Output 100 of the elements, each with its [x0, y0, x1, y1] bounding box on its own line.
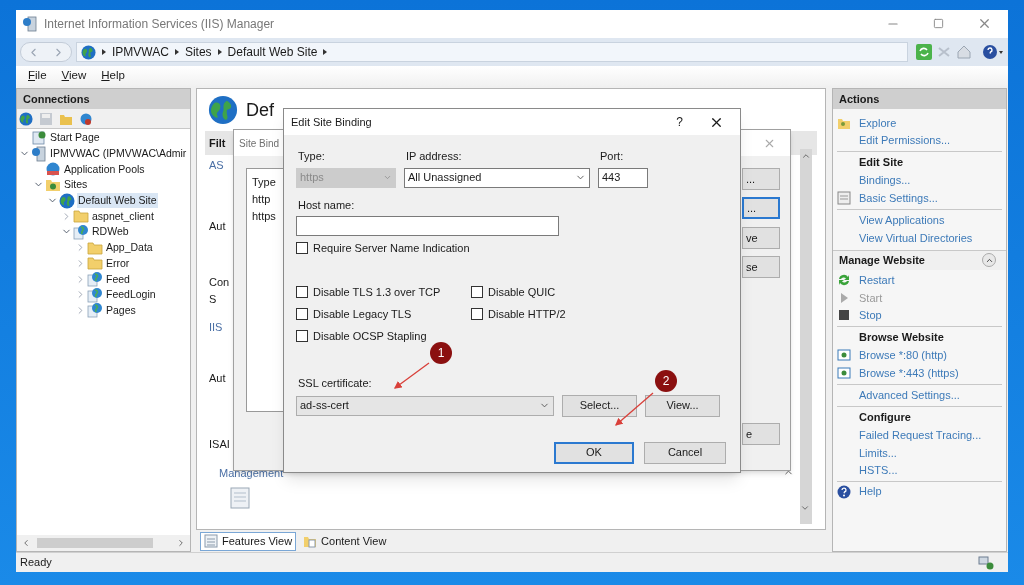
scroll-left-icon[interactable]: [21, 538, 31, 548]
action-link[interactable]: HSTS...: [859, 462, 898, 479]
ssl-certificate-select[interactable]: ad-ss-cert: [296, 395, 554, 416]
action-link[interactable]: Stop: [859, 307, 882, 324]
view-tab[interactable]: Features View: [200, 531, 297, 551]
ok-button[interactable]: OK: [554, 441, 634, 464]
checkbox[interactable]: [471, 286, 483, 298]
disconnect-icon[interactable]: [79, 111, 93, 126]
checkbox[interactable]: [296, 330, 308, 342]
menu-item[interactable]: View: [61, 67, 87, 85]
tree-item[interactable]: Sites: [63, 177, 89, 193]
menu-item[interactable]: File: [28, 67, 47, 85]
checkbox-label: Require Server Name Indication: [313, 240, 470, 256]
action-link[interactable]: Bindings...: [859, 172, 911, 189]
dialog-button[interactable]: ve: [742, 227, 780, 249]
scroll-up-icon[interactable]: [801, 151, 811, 161]
pool-icon: [45, 161, 61, 178]
section-heading: Browse Website: [858, 330, 945, 345]
section-heading: Manage Website: [839, 252, 925, 268]
help-icon[interactable]: [982, 44, 1004, 60]
port-field[interactable]: 443: [598, 167, 648, 188]
checkbox[interactable]: [471, 308, 483, 320]
cancel-button[interactable]: Cancel: [644, 441, 726, 464]
help-button[interactable]: ?: [676, 113, 683, 131]
tree-item[interactable]: Pages: [105, 302, 137, 318]
action-link[interactable]: Failed Request Tracing...: [859, 427, 982, 444]
action-link[interactable]: Basic Settings...: [859, 189, 938, 206]
refresh-icon[interactable]: [916, 44, 932, 60]
document-icon: [230, 487, 250, 509]
annotation-arrow: [393, 362, 430, 389]
save-icon[interactable]: [39, 111, 53, 126]
feature-label: IIS: [209, 320, 224, 335]
tree-item[interactable]: RDWeb: [91, 224, 130, 240]
server-icon: [31, 145, 47, 162]
address-field[interactable]: IPMVWAC Sites Default Web Site: [76, 42, 908, 62]
site-globe-icon: [208, 95, 238, 125]
tree-item[interactable]: Start Page: [49, 130, 101, 146]
ip-address-select[interactable]: All Unassigned: [404, 167, 590, 188]
view-tab[interactable]: Content View: [299, 531, 391, 551]
menu-item[interactable]: Help: [101, 67, 125, 85]
globe-page-icon: [87, 271, 103, 288]
action-link[interactable]: View Virtual Directories: [859, 229, 973, 246]
checkbox-label: Disable TLS 1.3 over TCP: [313, 284, 441, 300]
checkbox[interactable]: [296, 286, 308, 298]
action-link[interactable]: Explore: [859, 114, 897, 131]
restart-icon: [837, 273, 851, 288]
dialog-button[interactable]: ...: [742, 168, 780, 190]
scroll-right-icon[interactable]: [176, 538, 186, 548]
field-label: Port:: [599, 149, 625, 164]
action-link[interactable]: Browse *:443 (https): [859, 364, 959, 381]
tree-item[interactable]: IPMVWAC (IPMVWAC\Admir: [49, 146, 188, 162]
folder-page-icon: [303, 534, 318, 548]
collapse-button[interactable]: [982, 253, 996, 267]
status-text: Ready: [20, 555, 52, 571]
folder-icon: [87, 255, 103, 272]
breadcrumb-arrow-icon: [323, 49, 328, 55]
host-name-field[interactable]: [296, 216, 559, 236]
feature-label: Con: [209, 275, 231, 290]
dialog-button[interactable]: e: [742, 423, 780, 445]
action-link[interactable]: Limits...: [859, 444, 897, 461]
checkbox-label: Disable QUIC: [488, 284, 556, 300]
scroll-down-icon[interactable]: [800, 503, 810, 513]
breadcrumb-item[interactable]: Sites: [184, 43, 212, 61]
page-title: Def: [246, 98, 274, 122]
home-icon[interactable]: [956, 44, 972, 60]
checkbox[interactable]: [296, 242, 308, 254]
browse-icon: [837, 348, 851, 363]
tree-item[interactable]: App_Data: [105, 240, 154, 256]
scrollbar-thumb[interactable]: [37, 538, 153, 548]
section-heading: Edit Site: [858, 155, 904, 170]
dialog-button[interactable]: se: [742, 256, 780, 278]
tree-item[interactable]: aspnet_client: [91, 208, 155, 224]
dialog-button[interactable]: ...: [742, 197, 780, 219]
action-link[interactable]: Edit Permissions...: [859, 132, 951, 149]
horizontal-scrollbar[interactable]: [17, 535, 190, 551]
browse-icon: [837, 365, 851, 380]
action-link[interactable]: Help: [859, 483, 882, 500]
vertical-scrollbar[interactable]: [800, 149, 812, 524]
breadcrumb-item[interactable]: IPMVWAC: [112, 43, 169, 61]
field-label: Type:: [297, 149, 326, 164]
select-button[interactable]: Select...: [562, 394, 637, 417]
maximize-icon[interactable]: [933, 18, 944, 29]
stop-icon[interactable]: [936, 44, 952, 60]
connect-globe-icon: [19, 111, 33, 126]
action-link[interactable]: View Applications: [859, 212, 945, 229]
view-button[interactable]: View...: [645, 394, 720, 417]
checkbox[interactable]: [296, 308, 308, 320]
tree-item[interactable]: Feed: [105, 271, 131, 287]
breadcrumb-arrow-icon: [217, 49, 222, 55]
action-link[interactable]: Advanced Settings...: [859, 387, 960, 404]
breadcrumb-item[interactable]: Default Web Site: [227, 43, 318, 61]
feature-label: Aut: [209, 370, 227, 386]
tree-item[interactable]: Application Pools: [63, 161, 146, 177]
tree-item[interactable]: FeedLogin: [105, 287, 157, 303]
feature-label: ISAI: [209, 437, 231, 452]
tree-item[interactable]: Error: [105, 255, 131, 271]
feature-label: Aut: [209, 218, 227, 234]
tree-item[interactable]: Default Web Site: [77, 193, 158, 209]
action-link[interactable]: Restart: [859, 272, 895, 289]
action-link[interactable]: Browse *:80 (http): [859, 347, 948, 364]
